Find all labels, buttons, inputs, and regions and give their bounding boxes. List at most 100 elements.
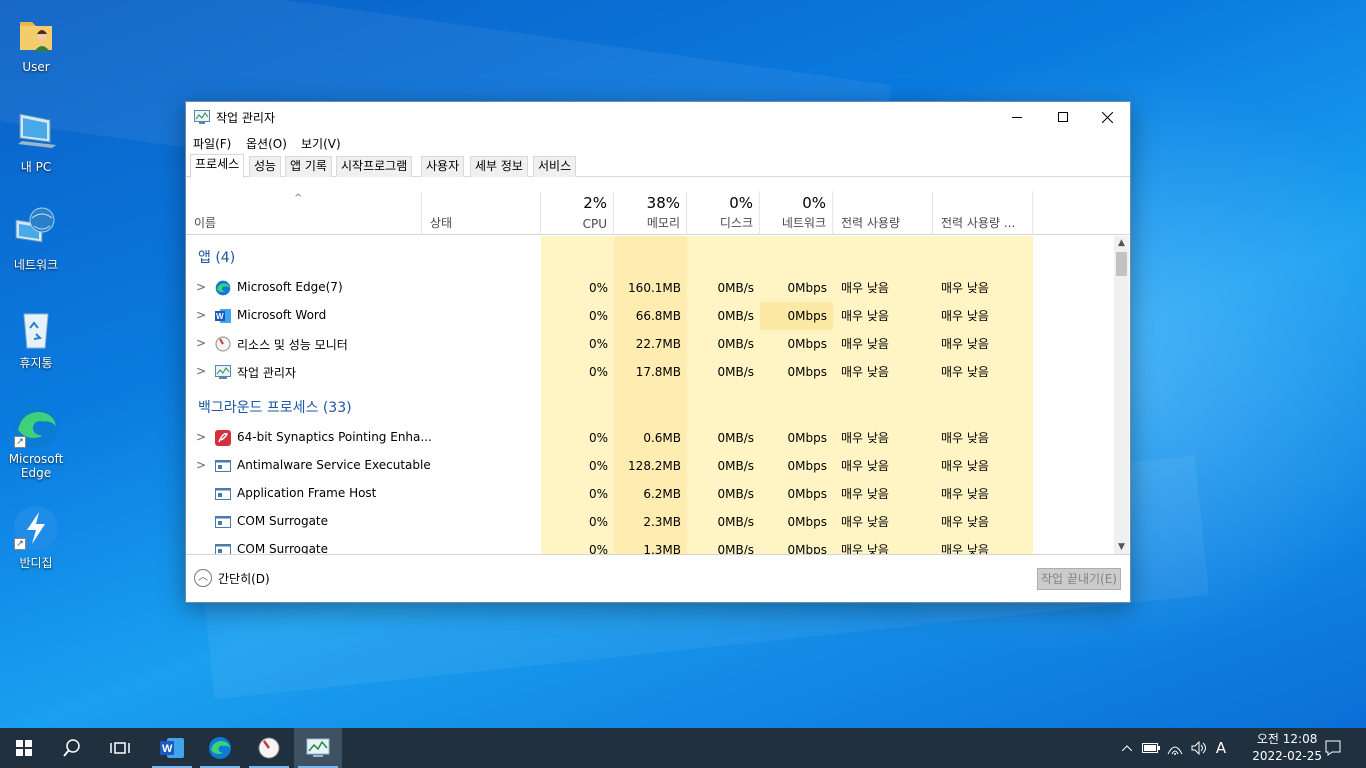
vertical-scrollbar[interactable]: ▲ ▼ (1114, 236, 1129, 554)
expand-chevron-icon[interactable]: > (196, 364, 206, 378)
process-name: Application Frame Host (237, 486, 377, 500)
task-manager-icon (215, 364, 231, 380)
tab-details[interactable]: 세부 정보 (470, 156, 528, 177)
process-row[interactable]: >64-bit Synaptics Pointing Enha... 0% 0.6M… (186, 424, 1114, 452)
desktop-icon-bandizip[interactable]: ↗ 반디집 (0, 504, 72, 571)
taskbar-resource-monitor[interactable] (245, 728, 293, 768)
cpu-cell: 0% (588, 337, 608, 351)
tab-startup[interactable]: 시작프로그램 (336, 156, 413, 177)
start-button[interactable] (0, 728, 48, 768)
process-row[interactable]: > W Microsoft Word 0% 66.8MB 0MB/s 0Mbps 매우 낮음 매… (186, 302, 1114, 330)
desktop-icon-user[interactable]: User (0, 10, 72, 74)
maximize-icon (1058, 112, 1068, 122)
tab-users[interactable]: 사용자 (421, 156, 465, 177)
search-button[interactable] (48, 728, 96, 768)
service-icon (215, 486, 231, 502)
process-row[interactable]: COM Surrogate 0% 1.3MB 0MB/s 0Mbps 매우 낮음 매우 낮음 (186, 536, 1114, 554)
desktop-icon-edge[interactable]: ↗ Microsoft Edge (0, 402, 72, 480)
task-view-button[interactable] (96, 728, 144, 768)
expand-chevron-icon[interactable]: > (196, 458, 206, 472)
memory-cell: 1.3MB (643, 543, 681, 554)
tab-app-history[interactable]: 앱 기록 (285, 156, 332, 177)
group-background[interactable]: 백그라운드 프로세스 (33) (186, 386, 1114, 424)
process-name: COM Surrogate (237, 542, 329, 554)
cpu-cell: 0% (588, 515, 608, 529)
fewer-details-button[interactable]: ︿ 간단히(D) (194, 569, 270, 587)
column-memory[interactable]: 38% 메모리 (614, 191, 687, 235)
maximize-button[interactable] (1040, 102, 1086, 132)
scroll-thumb[interactable] (1116, 252, 1127, 276)
taskbar-edge[interactable] (196, 728, 244, 768)
cpu-cell: 0% (588, 543, 608, 554)
tab-processes[interactable]: 프로세스 (190, 154, 245, 178)
window-title: 작업 관리자 (216, 111, 276, 125)
taskbar-word[interactable]: W (148, 728, 196, 768)
process-row[interactable]: > 작업 관리자 0% 17.8MB 0MB/s 0Mbps 매우 낮음 매우 낮음 (186, 358, 1114, 386)
tab-strip: 프로세스 성능 앱 기록 시작프로그램 사용자 세부 정보 서비스 (186, 152, 1130, 178)
power-trend-cell: 매우 낮음 (941, 515, 989, 529)
taskbar-task-manager[interactable] (294, 728, 342, 768)
computer-icon (12, 108, 60, 156)
process-row[interactable]: > Microsoft Edge(7) 0% 160.1MB 0MB/s 0Mbps 매우 … (186, 274, 1114, 302)
tray-overflow-button[interactable] (1116, 728, 1138, 768)
process-row[interactable]: Application Frame Host 0% 6.2MB 0MB/s 0Mbps 매… (186, 480, 1114, 508)
menu-options[interactable]: 옵션(O) (246, 135, 287, 152)
volume-button[interactable] (1188, 728, 1210, 768)
menu-view[interactable]: 보기(V) (301, 135, 341, 152)
desktop-icon-this-pc[interactable]: 내 PC (0, 108, 72, 175)
svg-text:W: W (162, 743, 173, 755)
process-row[interactable]: COM Surrogate 0% 2.3MB 0MB/s 0Mbps 매우 낮음 매우 낮음 (186, 508, 1114, 536)
battery-button[interactable] (1140, 728, 1162, 768)
column-power-trend[interactable]: 전력 사용량 ... (933, 191, 1033, 235)
disk-cell: 0MB/s (717, 515, 754, 529)
title-bar[interactable]: 작업 관리자 (186, 102, 1130, 132)
column-network[interactable]: 0% 네트워크 (760, 191, 833, 235)
column-status[interactable]: 상태 (422, 191, 541, 235)
process-row[interactable]: > Antimalware Service Executable 0% 128.2MB… (186, 452, 1114, 480)
power-trend-cell: 매우 낮음 (941, 543, 989, 554)
tab-performance[interactable]: 성능 (249, 156, 282, 177)
close-button[interactable] (1084, 102, 1130, 132)
disk-cell: 0MB/s (717, 337, 754, 351)
process-name: COM Surrogate (237, 514, 329, 528)
ime-indicator[interactable]: A (1210, 728, 1232, 768)
tab-services[interactable]: 서비스 (533, 156, 577, 177)
edge-icon: ↗ (12, 402, 60, 450)
power-cell: 매우 낮음 (841, 487, 889, 501)
battery-icon (1142, 743, 1160, 753)
network-cell: 0Mbps (787, 487, 827, 501)
power-cell: 매우 낮음 (841, 459, 889, 473)
network-cell: 0Mbps (787, 337, 827, 351)
scroll-down-icon[interactable]: ▼ (1114, 540, 1129, 554)
column-power[interactable]: 전력 사용량 (833, 191, 933, 235)
task-view-icon (110, 742, 130, 754)
network-cell: 0Mbps (787, 459, 827, 473)
process-row[interactable]: > 리소스 및 성능 모니터 0% 22.7MB 0MB/s 0Mbps 매우 낮음 매우 낮… (186, 330, 1114, 358)
expand-chevron-icon[interactable]: > (196, 308, 206, 322)
expand-chevron-icon[interactable]: > (196, 280, 206, 294)
network-cell: 0Mbps (787, 365, 827, 379)
end-task-button[interactable]: 작업 끝내기(E) (1037, 568, 1121, 590)
network-button[interactable] (1164, 728, 1186, 768)
menu-file[interactable]: 파일(F) (193, 135, 231, 152)
column-name[interactable]: ^ 이름 (186, 191, 422, 235)
shortcut-arrow-icon: ↗ (14, 436, 26, 448)
synaptics-icon (215, 430, 231, 446)
expand-chevron-icon[interactable]: > (196, 336, 206, 350)
cpu-cell: 0% (588, 309, 608, 323)
group-apps[interactable]: 앱 (4) (186, 236, 1114, 274)
clock[interactable]: 오전 12:08 2022-02-25 (1252, 731, 1322, 765)
minimize-icon (1012, 117, 1022, 118)
column-disk[interactable]: 0% 디스크 (687, 191, 760, 235)
expand-chevron-icon[interactable]: > (196, 430, 206, 444)
scroll-up-icon[interactable]: ▲ (1114, 236, 1129, 250)
desktop-icon-network[interactable]: 네트워크 (0, 206, 72, 273)
desktop-icon-label: 휴지통 (19, 356, 53, 370)
desktop-icon-label: 네트워크 (13, 258, 59, 272)
power-cell: 매우 낮음 (841, 365, 889, 379)
column-cpu[interactable]: 2% CPU (541, 191, 614, 235)
minimize-button[interactable] (994, 102, 1040, 132)
desktop-icon-recycle-bin[interactable]: 휴지통 (0, 304, 72, 371)
process-name: Microsoft Word (237, 308, 327, 322)
action-center-button[interactable] (1318, 728, 1348, 768)
